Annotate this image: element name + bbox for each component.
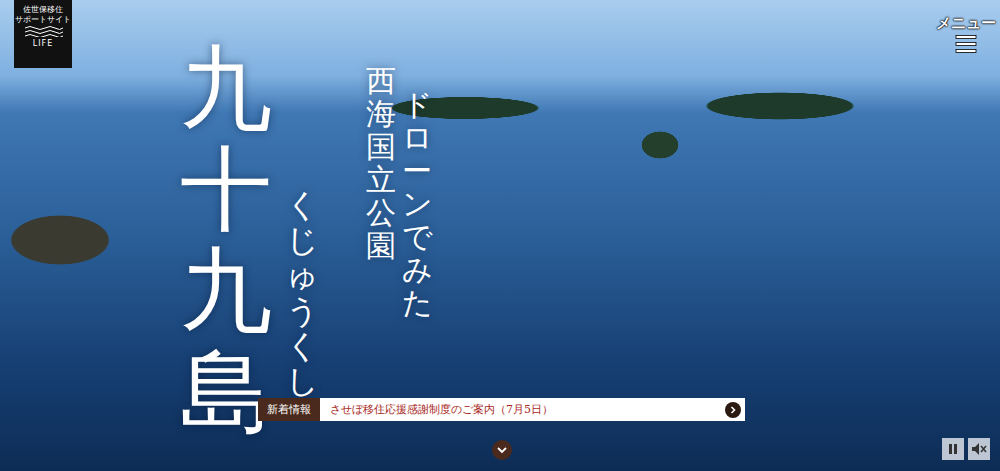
menu-button[interactable]: メニュー [936,14,996,53]
logo-text: サポートサイト [15,15,71,24]
chevron-down-icon [492,440,512,460]
arrow-right-icon [725,402,741,418]
logo-text: 佐世保移住 [23,5,63,14]
mute-button[interactable] [968,438,990,460]
video-controls [942,438,990,460]
speaker-muted-icon [971,442,987,456]
hero-subtitle: ドローンでみた西海国立公園 [366,38,432,319]
subtitle-line: 西海国立公園 [366,64,396,319]
hamburger-icon [955,35,977,53]
menu-label: メニュー [936,14,996,33]
news-text: させぼ移住応援感謝制度のご案内（7月5日） [320,399,725,420]
wave-icon [23,25,63,37]
news-label: 新着情報 [258,398,320,421]
logo-brand: LIFE [33,39,53,48]
subtitle-line: ドローンでみた [402,88,432,319]
site-logo[interactable]: 佐世保移住サポートサイト LIFE [14,0,72,68]
hero-title: 九十九島 [180,38,272,443]
pause-icon [947,443,959,455]
scroll-down-button[interactable] [492,440,512,460]
hero: 佐世保移住サポートサイト LIFE メニュー九十九島くじゅうくし ドローンでみた西海国… [0,0,1000,471]
news-bar[interactable]: 新着情報させぼ移住応援感謝制度のご案内（7月5日） [258,398,745,421]
hero-reading: くじゅうくし [286,188,318,399]
play-pause-button[interactable] [942,438,964,460]
hero-title-group: 九十九島くじゅうくし ドローンでみた西海国立公園 [180,38,432,443]
